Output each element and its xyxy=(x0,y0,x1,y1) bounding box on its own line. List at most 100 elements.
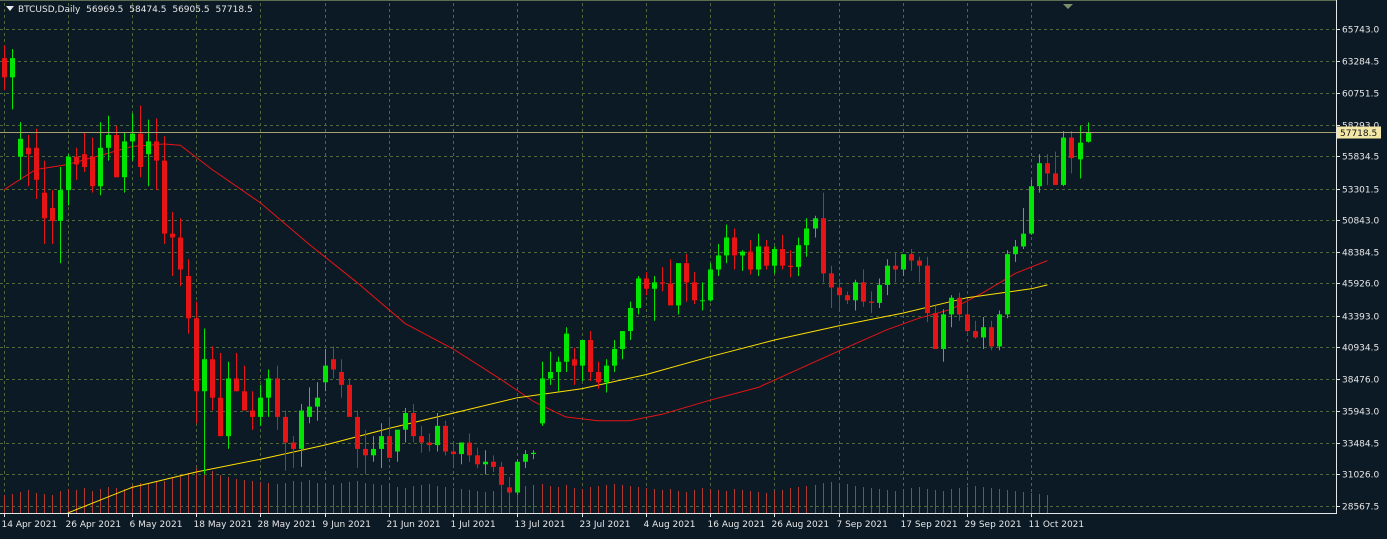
candle-body xyxy=(467,442,472,456)
candle-body xyxy=(853,282,858,301)
candle-body xyxy=(202,359,207,392)
candle-body xyxy=(18,138,23,157)
candle-body xyxy=(885,265,890,285)
candle-body xyxy=(50,208,55,221)
symbol-timeframe[interactable]: BTCUSD,Daily xyxy=(18,5,80,15)
ohlc-open: 56969.5 xyxy=(86,5,124,15)
candle-body xyxy=(1021,233,1026,247)
y-tick-label: 65743.0 xyxy=(1342,26,1379,36)
price-chart[interactable]: 65743.063284.560751.558293.055834.553301… xyxy=(0,0,1387,539)
candle-body xyxy=(1037,163,1042,187)
candle-body xyxy=(291,442,296,449)
chart-header: BTCUSD,Daily 56969.5 58474.5 56905.5 577… xyxy=(6,5,256,15)
candle-body xyxy=(515,461,520,493)
candle-body xyxy=(162,160,167,234)
candle-body xyxy=(716,255,721,270)
candle-body xyxy=(764,246,769,266)
y-tick-label: 55834.5 xyxy=(1342,153,1379,163)
candle-body xyxy=(628,307,633,332)
candle-body xyxy=(275,378,280,417)
candle-body xyxy=(933,313,938,349)
candle-body xyxy=(443,425,448,452)
candle-body xyxy=(403,413,408,430)
candle-body xyxy=(411,413,416,437)
candle-body xyxy=(114,134,119,178)
candle-body xyxy=(475,455,480,465)
y-tick-label: 60751.5 xyxy=(1342,90,1379,100)
candle-body xyxy=(957,297,962,315)
candle-body xyxy=(250,410,255,417)
candle-body xyxy=(283,416,288,443)
candle-body xyxy=(804,228,809,246)
candle-body xyxy=(684,263,689,283)
candle-body xyxy=(901,254,906,270)
y-tick-label: 45926.0 xyxy=(1342,280,1379,290)
y-tick-label: 48384.5 xyxy=(1342,249,1379,259)
candle-body xyxy=(130,133,135,142)
candle-body xyxy=(507,487,512,493)
candle-body xyxy=(523,454,528,462)
candle-body xyxy=(194,318,199,392)
candle-body xyxy=(355,416,360,449)
candle-body xyxy=(1045,163,1050,174)
candle-body xyxy=(796,245,801,267)
x-tick-label: 11 Oct 2021 xyxy=(1029,520,1085,530)
y-tick-label: 43393.0 xyxy=(1342,313,1379,323)
candle-body xyxy=(772,249,777,266)
x-tick-label: 21 Jun 2021 xyxy=(387,520,441,530)
candle-body xyxy=(732,237,737,256)
candle-body xyxy=(234,378,239,392)
x-tick-label: 26 Apr 2021 xyxy=(66,520,122,530)
candle-body xyxy=(307,406,312,417)
candle-body xyxy=(226,378,231,437)
y-tick-label: 38476.0 xyxy=(1342,376,1379,386)
candle-body xyxy=(218,397,223,437)
candle-body xyxy=(90,156,95,187)
x-tick-label: 26 Aug 2021 xyxy=(772,520,830,530)
candle-body xyxy=(821,218,826,274)
candle-body xyxy=(837,287,842,296)
candle-body xyxy=(323,365,328,383)
candle-body xyxy=(315,397,320,407)
candle-body xyxy=(612,348,617,366)
y-tick-label: 63284.5 xyxy=(1342,58,1379,68)
candle-body xyxy=(588,340,593,373)
x-tick-label: 18 May 2021 xyxy=(194,520,253,530)
candle-body xyxy=(266,378,271,398)
candle-body xyxy=(788,265,793,267)
candle-body xyxy=(242,391,247,411)
candle-body xyxy=(26,147,31,155)
candle-body xyxy=(965,314,970,332)
symbol-dropdown-icon[interactable] xyxy=(6,6,14,11)
candle-body xyxy=(387,436,392,458)
candle-body xyxy=(138,133,143,168)
candle-body xyxy=(363,448,368,456)
candle-body xyxy=(700,300,705,302)
candle-body xyxy=(435,425,440,446)
candle-body xyxy=(371,448,376,456)
candle-body xyxy=(877,284,882,303)
y-tick-label: 28567.5 xyxy=(1342,503,1379,513)
candle-body xyxy=(893,265,898,270)
y-tick-label: 33484.5 xyxy=(1342,440,1379,450)
candle-body xyxy=(331,359,336,370)
candle-body xyxy=(660,282,665,284)
candle-body xyxy=(813,218,818,229)
candle-body xyxy=(10,58,15,78)
x-tick-label: 29 Sep 2021 xyxy=(965,520,1022,530)
candle-body xyxy=(676,263,681,306)
candle-body xyxy=(909,254,914,261)
x-tick-label: 4 Aug 2021 xyxy=(644,520,696,530)
candle-body xyxy=(299,410,304,449)
candle-body xyxy=(66,156,71,191)
x-tick-label: 9 Jun 2021 xyxy=(323,520,371,530)
candle-body xyxy=(756,246,761,270)
current-price-label: 57718.5 xyxy=(1340,129,1377,139)
candle-body xyxy=(917,260,922,266)
candle-body xyxy=(106,134,111,148)
ohlc-close: 57718.5 xyxy=(215,5,253,15)
x-tick-label: 14 Apr 2021 xyxy=(2,520,58,530)
candle-body xyxy=(499,466,504,485)
candle-body xyxy=(451,451,456,455)
candle-body xyxy=(170,233,175,238)
